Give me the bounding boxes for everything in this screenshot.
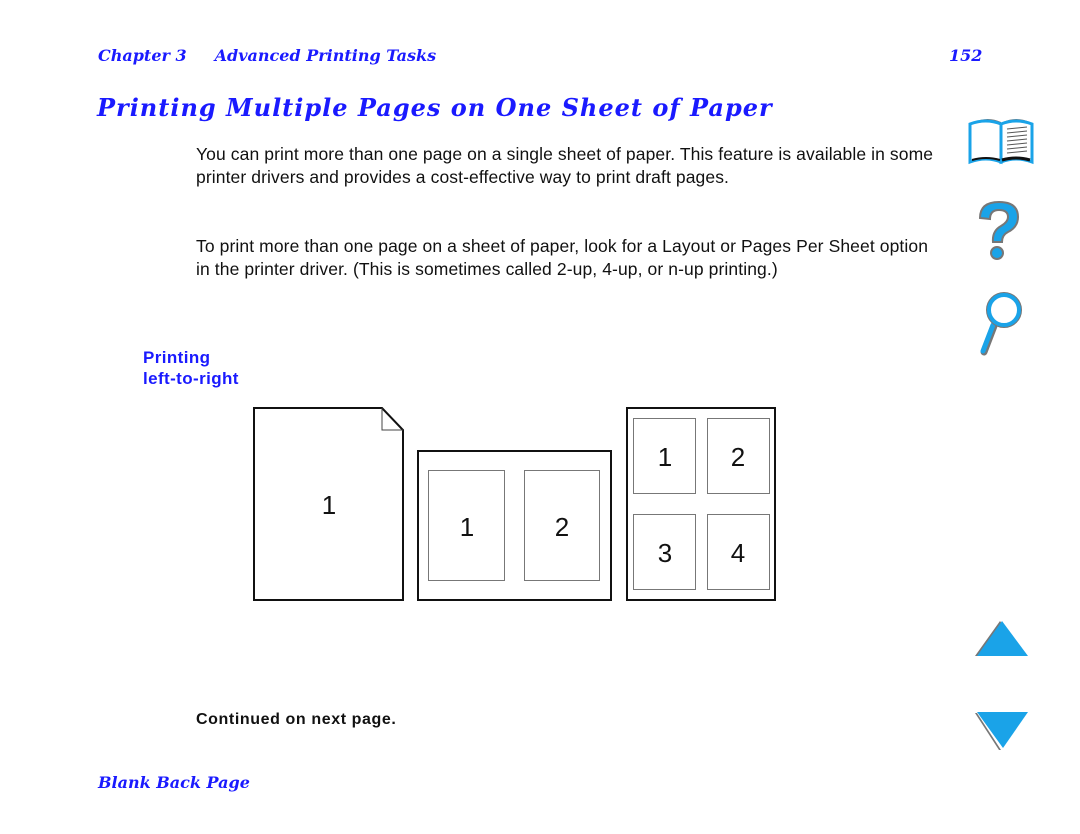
n-up-figure: 1 1 2 1 2 3 4 bbox=[253, 407, 776, 601]
page-number-label: 2 bbox=[731, 442, 745, 472]
page-number-label: 1 bbox=[658, 442, 672, 472]
page-number-label: 1 bbox=[460, 512, 474, 542]
previous-page-arrow-icon[interactable] bbox=[972, 618, 1032, 660]
next-page-arrow-icon[interactable] bbox=[972, 710, 1032, 752]
search-magnifier-icon[interactable] bbox=[972, 290, 1028, 358]
page-number-label: 1 bbox=[322, 490, 336, 520]
continued-note: Continued on next page. bbox=[196, 711, 397, 728]
help-question-icon[interactable] bbox=[972, 198, 1028, 268]
four-up-sheet: 1 2 3 4 bbox=[626, 407, 776, 601]
page-number-label: 2 bbox=[555, 512, 569, 542]
book-contents-icon[interactable] bbox=[964, 110, 1040, 170]
page-number-label: 3 bbox=[658, 538, 672, 568]
single-page-sheet: 1 bbox=[253, 407, 404, 601]
blank-back-page-link[interactable]: Blank Back Page bbox=[98, 773, 250, 792]
two-up-sheet: 1 2 bbox=[417, 450, 612, 601]
page-number-label: 4 bbox=[731, 538, 745, 568]
